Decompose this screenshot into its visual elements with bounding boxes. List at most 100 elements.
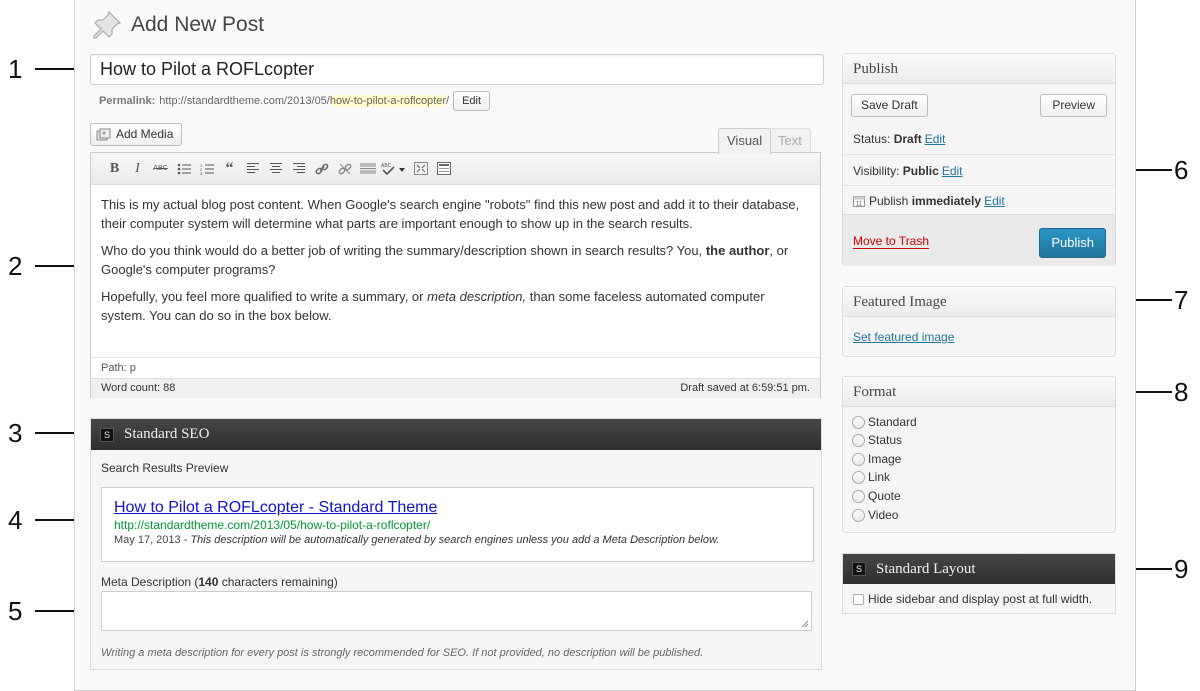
seo-metabox-title: Standard SEO <box>124 426 210 442</box>
publish-button[interactable]: Publish <box>1039 228 1106 258</box>
radio-button[interactable] <box>852 489 865 503</box>
post-editor-screen: Add New Post How to Pilot a ROFLcopter P… <box>74 0 1136 691</box>
post-title-input[interactable]: How to Pilot a ROFLcopter <box>90 54 824 85</box>
permalink-base: http://standardtheme.com/2013/05/ <box>159 95 330 107</box>
add-media-button[interactable]: Add Media <box>90 123 183 146</box>
publish-footer: Move to Trash Publish <box>843 214 1115 266</box>
italic-icon[interactable]: I <box>126 159 149 179</box>
bold-icon[interactable]: B <box>103 159 126 179</box>
callout-7: 7 <box>1174 285 1189 315</box>
editor-content[interactable]: This is my actual blog post content. Whe… <box>101 195 811 333</box>
divider <box>843 154 1115 155</box>
callout-3: 3 <box>8 418 23 448</box>
seo-metabox: S Standard SEO Search Results Preview Ho… <box>90 418 822 670</box>
align-left-icon[interactable] <box>241 159 264 179</box>
standard-layout-metabox: S Standard Layout Hide sidebar and displ… <box>842 553 1116 614</box>
read-more-icon[interactable] <box>356 159 379 179</box>
format-metabox: Format Standard Status Image Link Quote … <box>842 376 1116 533</box>
standard-layout-header[interactable]: S Standard Layout <box>843 554 1115 584</box>
radio-button[interactable] <box>852 415 865 429</box>
permalink-bar: Permalink: http://standardtheme.com/2013… <box>99 91 491 111</box>
numbered-list-icon[interactable]: 123 <box>195 159 218 179</box>
kitchen-sink-icon[interactable] <box>432 159 455 179</box>
publish-metabox: Publish Save Draft Preview Status: Draft… <box>842 53 1116 266</box>
unlink-icon[interactable] <box>333 159 356 179</box>
blockquote-icon[interactable]: “ <box>218 159 241 179</box>
strikethrough-icon[interactable]: ABC <box>149 159 172 179</box>
standard-logo-icon: S <box>852 562 866 576</box>
editor-toolbar: B I ABC 123 “ ABC <box>91 153 820 185</box>
page-title: Add New Post <box>131 13 265 36</box>
publish-title[interactable]: Publish <box>843 54 1115 84</box>
permalink-trailing: / <box>446 95 450 107</box>
format-option-status[interactable]: Status <box>852 433 902 447</box>
move-to-trash-link[interactable]: Move to Trash <box>853 234 930 249</box>
svg-text:ABC: ABC <box>381 163 392 169</box>
calendar-icon: 11 <box>853 196 865 208</box>
permalink-edit-button[interactable]: Edit <box>453 91 491 111</box>
format-option-link[interactable]: Link <box>852 470 890 484</box>
callout-2: 2 <box>8 251 23 281</box>
callout-9: 9 <box>1174 554 1189 584</box>
callout-5: 5 <box>8 596 23 626</box>
editor-status-bar: Word count: 88 Draft saved at 6:59:51 pm… <box>91 378 820 398</box>
align-center-icon[interactable] <box>264 159 287 179</box>
save-draft-button[interactable]: Save Draft <box>851 94 928 117</box>
tab-visual[interactable]: Visual <box>718 128 772 154</box>
content-editor: B I ABC 123 “ ABC This is my actual blog… <box>90 152 821 398</box>
callout-6: 6 <box>1174 155 1189 185</box>
format-option-quote[interactable]: Quote <box>852 489 901 503</box>
serp-url: http://standardtheme.com/2013/05/how-to-… <box>114 518 431 532</box>
format-option-image[interactable]: Image <box>852 452 901 466</box>
callout-1: 1 <box>8 54 23 84</box>
format-option-standard[interactable]: Standard <box>852 415 917 429</box>
format-option-video[interactable]: Video <box>852 508 898 522</box>
spellcheck-icon[interactable]: ABC <box>379 159 409 179</box>
preview-button[interactable]: Preview <box>1040 94 1107 117</box>
draft-saved-status: Draft saved at 6:59:51 pm. <box>680 382 810 394</box>
pushpin-icon <box>93 10 122 39</box>
meta-description-textarea[interactable] <box>101 591 812 631</box>
content-paragraph: Who do you think would do a better job o… <box>101 243 789 277</box>
permalink-slug[interactable]: how-to-pilot-a-roflcopter <box>329 95 447 107</box>
serp-title[interactable]: How to Pilot a ROFLcopter - Standard The… <box>114 498 801 518</box>
standard-logo-icon: S <box>100 427 114 442</box>
serp-description: May 17, 2013 - This description will be … <box>114 534 720 546</box>
page-header: Add New Post <box>91 8 264 42</box>
search-result-preview: How to Pilot a ROFLcopter - Standard The… <box>101 487 814 562</box>
tab-text[interactable]: Text <box>769 128 811 153</box>
featured-image-title[interactable]: Featured Image <box>843 287 1115 317</box>
post-visibility: Visibility: Public Edit <box>853 164 963 178</box>
format-title[interactable]: Format <box>843 377 1115 407</box>
search-preview-label: Search Results Preview <box>101 461 229 475</box>
post-status: Status: Draft Edit <box>853 132 946 146</box>
standard-layout-title: Standard Layout <box>876 560 976 577</box>
svg-text:3: 3 <box>200 171 203 175</box>
status-edit-link[interactable]: Edit <box>925 132 946 146</box>
align-right-icon[interactable] <box>287 159 310 179</box>
seo-metabox-header[interactable]: S Standard SEO <box>91 419 821 450</box>
radio-button[interactable] <box>852 508 865 522</box>
add-media-label: Add Media <box>116 127 174 141</box>
resize-grip-icon[interactable] <box>801 620 809 628</box>
schedule-edit-link[interactable]: Edit <box>984 194 1005 208</box>
bullet-list-icon[interactable] <box>172 159 195 179</box>
radio-button[interactable] <box>852 433 865 447</box>
insert-link-icon[interactable] <box>310 159 333 179</box>
visibility-edit-link[interactable]: Edit <box>942 164 963 178</box>
publish-schedule: 11 Publish immediately Edit <box>853 194 1005 208</box>
radio-button[interactable] <box>852 452 865 466</box>
radio-button[interactable] <box>852 470 865 484</box>
meta-description-help: Writing a meta description for every pos… <box>101 647 704 659</box>
callout-4: 4 <box>8 505 23 535</box>
callout-8: 8 <box>1174 377 1189 407</box>
featured-image-metabox: Featured Image Set featured image <box>842 286 1116 357</box>
editor-path: Path: p <box>91 357 820 378</box>
word-count: Word count: 88 <box>101 382 176 394</box>
media-icon <box>96 128 111 140</box>
set-featured-image-link[interactable]: Set featured image <box>853 330 954 344</box>
checkbox[interactable] <box>853 593 864 605</box>
hide-sidebar-option[interactable]: Hide sidebar and display post at full wi… <box>853 592 1092 606</box>
fullscreen-icon[interactable] <box>409 159 432 179</box>
permalink-label: Permalink: <box>99 95 156 107</box>
